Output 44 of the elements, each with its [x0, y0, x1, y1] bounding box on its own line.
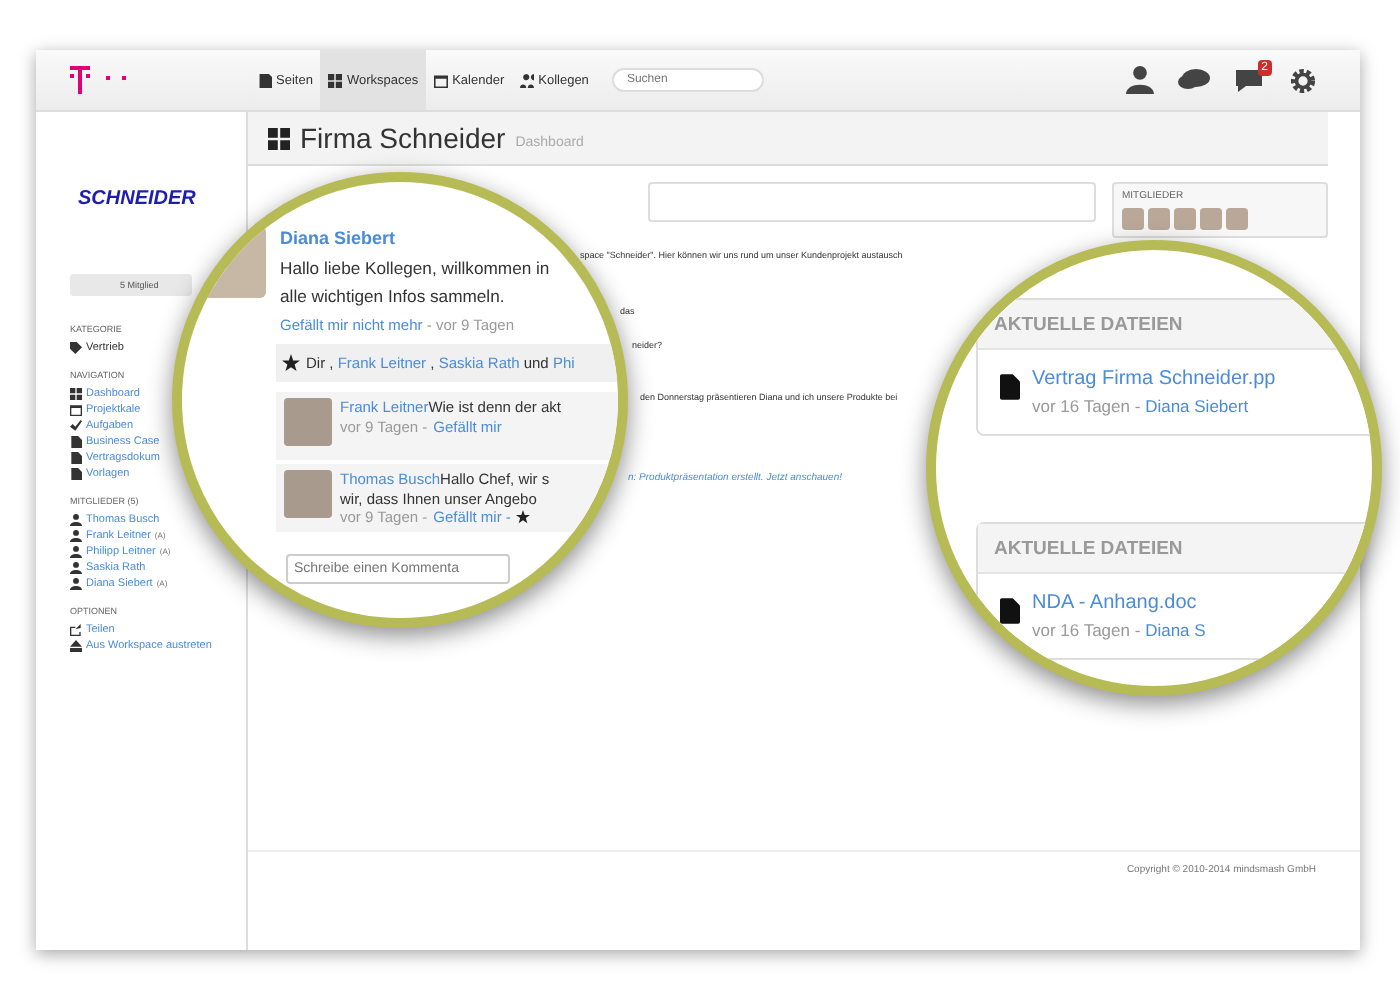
workspace-title: Firma Schneider [300, 122, 506, 154]
member-avatar[interactable] [1174, 208, 1196, 230]
document-icon [258, 73, 272, 87]
member-avatar[interactable] [1122, 208, 1144, 230]
people-icon [520, 73, 535, 87]
user-icon [70, 530, 82, 542]
file-age: vor 16 Tagen - [1032, 620, 1141, 640]
star-icon [282, 354, 300, 372]
grid-icon [70, 388, 82, 400]
user-icon [70, 546, 82, 558]
eject-icon [70, 640, 82, 652]
grid-icon [268, 127, 290, 149]
calendar-icon [70, 404, 82, 416]
chat-icon[interactable] [1178, 68, 1210, 92]
file-age: vor 16 Tagen - [1032, 396, 1141, 416]
grid-icon [328, 73, 343, 87]
user-icon [70, 578, 82, 590]
tag-icon [70, 342, 82, 354]
alert-icon[interactable] [1234, 67, 1266, 93]
file-link[interactable]: NDA - Anhang.doc [1032, 592, 1206, 614]
user-icon [70, 562, 82, 574]
author-link[interactable]: Diana S [1145, 620, 1206, 640]
company-logo: SCHNEIDER [78, 188, 198, 210]
file-link[interactable]: Vertrag Firma Schneider.pp [1032, 368, 1276, 390]
calendar-icon [434, 73, 449, 87]
avatar-photo [284, 398, 332, 446]
post-input[interactable] [648, 182, 1096, 222]
user-icon[interactable] [1126, 66, 1154, 94]
avatar-photo [284, 470, 332, 518]
user-icon [70, 514, 82, 526]
author-link[interactable]: Diana Siebert [280, 228, 396, 248]
star-icon [516, 510, 531, 525]
author-link[interactable]: Diana Siebert [1145, 396, 1249, 416]
settings-icon[interactable] [1290, 67, 1316, 93]
post-text: Hallo liebe Kollegen, willkommen in alle wichtigen Infos sammeln. [280, 256, 550, 310]
member-avatar[interactable] [1200, 208, 1222, 230]
member-avatar[interactable] [1148, 208, 1170, 230]
card-title: AKTUELLE DATEIEN [994, 313, 1183, 335]
document-icon [1000, 374, 1020, 400]
check-icon [70, 420, 82, 432]
member-avatar[interactable] [1226, 208, 1248, 230]
card-title: AKTUELLE DATEIEN [994, 537, 1183, 559]
share-icon [70, 624, 82, 636]
document-icon [1000, 598, 1020, 624]
